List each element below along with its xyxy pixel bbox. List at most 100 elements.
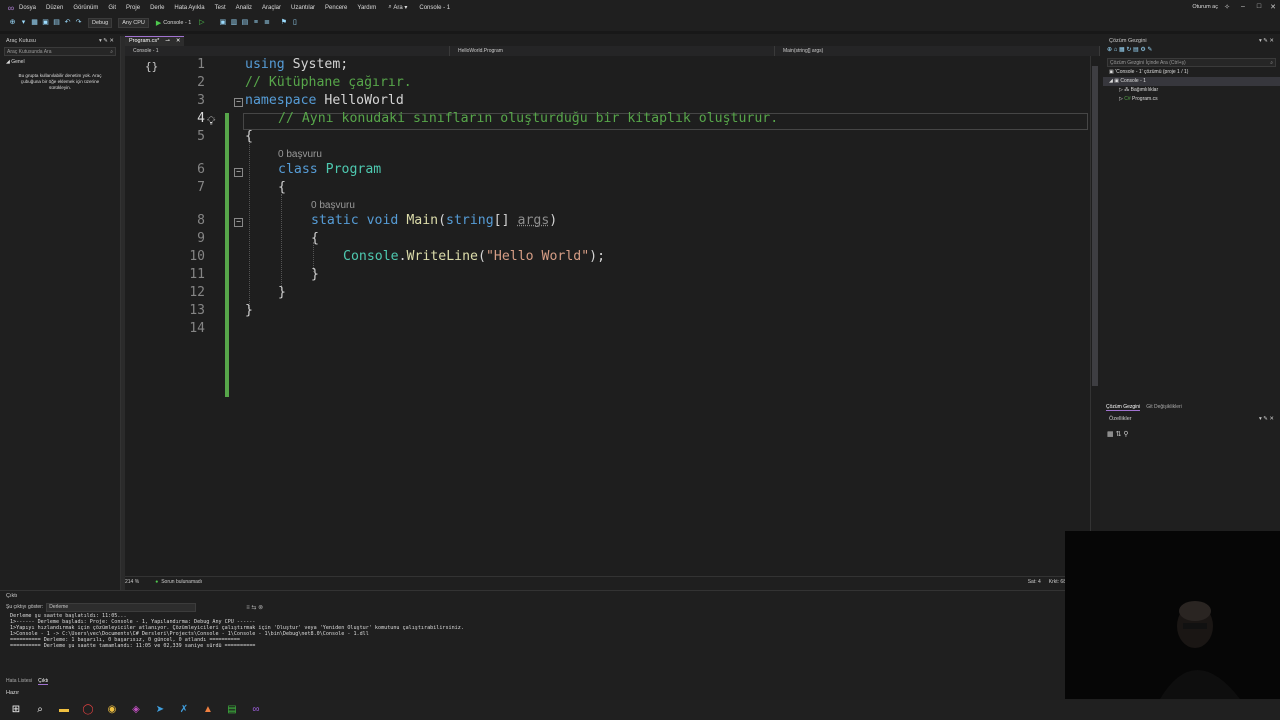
menu-tools[interactable]: Araçlar [262, 5, 281, 11]
dependencies-node[interactable]: ▷ ⁂ Bağımlılıklar [1103, 86, 1280, 95]
tab-output[interactable]: Çıktı [38, 678, 49, 685]
categorized-icon[interactable]: ▦ [1107, 431, 1114, 438]
menu-window[interactable]: Pencere [325, 5, 347, 11]
redo-icon[interactable]: ↷ [74, 18, 83, 27]
tab-error-list[interactable]: Hata Listesi [6, 678, 32, 684]
pin-icon[interactable]: ⊸ [165, 38, 170, 45]
menu-help[interactable]: Yardım [357, 5, 376, 11]
menu-view[interactable]: Görünüm [73, 5, 98, 11]
close-icon[interactable]: ✕ [176, 38, 181, 45]
solution-toolbar: ⊕ ⌂ ▦ ↻ ▤ ⚙ ✎ [1107, 47, 1153, 53]
menu-test[interactable]: Test [215, 5, 226, 11]
panel-options-icon[interactable]: ▾ ✎ ✕ [1259, 38, 1274, 44]
windows-start-icon[interactable]: ⊞ [8, 702, 24, 718]
opera-icon[interactable]: ◯ [80, 702, 96, 718]
notepad-icon[interactable]: ▤ [224, 702, 240, 718]
new-item-icon[interactable]: ▾ [19, 18, 28, 27]
menu-git[interactable]: Git [108, 5, 116, 11]
project-node[interactable]: ◢ ▣ Console - 1 [1103, 77, 1280, 86]
solution-name: Console - 1 [419, 4, 451, 11]
toolbar-icon-c[interactable]: ≡ [251, 18, 260, 27]
code-text: } [311, 267, 319, 282]
sign-in-link[interactable]: Oturum aç [1192, 4, 1218, 10]
save-icon[interactable]: ▣ [41, 18, 50, 27]
tab-git-changes[interactable]: Git Değişiklikleri [1146, 404, 1182, 410]
hot-reload-icon[interactable]: ▣ [218, 18, 227, 27]
line-number: 3 [197, 93, 205, 108]
zoom-level[interactable]: 214 % [125, 579, 139, 585]
close-window-button[interactable]: ✕ [1266, 3, 1280, 11]
tab-program-cs[interactable]: Program.cs* ⊸ ✕ [125, 36, 185, 46]
line-number: 6 [197, 162, 205, 177]
code-line: 7 { [125, 180, 1085, 198]
nav-member-dropdown[interactable]: Main(string[] args) [775, 46, 1100, 56]
menu-file[interactable]: Dosya [19, 5, 36, 11]
line-number: 2 [197, 75, 205, 90]
property-pages-icon[interactable]: ⚲ [1123, 431, 1128, 438]
navigate-back-icon[interactable]: ⊕ [8, 18, 17, 27]
codelens-references[interactable]: 0 başvuru [278, 149, 322, 160]
app-icon[interactable]: ◈ [128, 702, 144, 718]
menu-edit[interactable]: Düzen [46, 5, 63, 11]
toolbox-search[interactable]: Araç Kutusunda Ara ⌕ [4, 47, 116, 56]
code-line: 6 class Program [125, 162, 1085, 180]
code-line: 14 [125, 321, 1085, 339]
chrome-icon[interactable]: ◉ [104, 702, 120, 718]
menu-build[interactable]: Derle [150, 5, 164, 11]
issues-indicator[interactable]: Sorun bulunamadı [161, 579, 202, 585]
file-explorer-icon[interactable]: ▬ [56, 702, 72, 718]
code-editor[interactable]: {} 💡︎ − − − 1 using System; 2 // Kütüpha… [125, 56, 1090, 576]
undo-icon[interactable]: ↶ [63, 18, 72, 27]
output-panel: Çıktı Şu çıktıyı göster: Derleme ≡ ⇆ ⊗ D… [0, 590, 1065, 688]
check-icon: ● [155, 579, 159, 585]
bookmark-icon[interactable]: ⚑ [279, 18, 288, 27]
toolbox-group[interactable]: ◢ Genel [0, 57, 120, 67]
save-all-icon[interactable]: ▤ [52, 18, 61, 27]
visual-studio-icon[interactable]: ∞ [248, 702, 264, 718]
maximize-button[interactable]: □ [1252, 3, 1266, 10]
search-box[interactable]: ⌕ Ara ▾ [388, 4, 407, 11]
menu-debug[interactable]: Hata Ayıkla [174, 5, 204, 11]
start-debugging-button[interactable]: ▶ Console - 1 [156, 19, 192, 27]
toolbar-icon-a[interactable]: ▥ [229, 18, 238, 27]
scrollbar-thumb[interactable] [1092, 66, 1098, 386]
code-line: 3 namespace HelloWorld [125, 93, 1085, 111]
tab-solution-explorer[interactable]: Çözüm Gezgini [1106, 404, 1141, 411]
toolbar-icon-e[interactable]: ▯ [290, 18, 299, 27]
output-toolbar-icons[interactable]: ≡ ⇆ ⊗ [246, 604, 263, 611]
line-number: 7 [197, 180, 205, 195]
toolbar-icon-d[interactable]: ≣ [262, 18, 271, 27]
alphabetical-icon[interactable]: ⇅ [1116, 431, 1122, 438]
nav-class-dropdown[interactable]: HelloWorld.Program [450, 46, 775, 56]
webcam-person-image [1160, 601, 1240, 699]
vertical-scrollbar[interactable] [1090, 56, 1100, 576]
code-text: { [278, 180, 286, 195]
open-icon[interactable]: ▦ [30, 18, 39, 27]
toolbox-group-label: Genel [11, 59, 25, 65]
toolbar-icon-b[interactable]: ▤ [240, 18, 249, 27]
toolbox-pin-icon[interactable]: ▾ ✎ ✕ [99, 38, 114, 44]
toolbox-title: Araç Kutusu [6, 38, 36, 44]
platform-dropdown[interactable]: Any CPU [118, 17, 149, 28]
vscode-icon[interactable]: ✗ [176, 702, 192, 718]
vlc-icon[interactable]: ▲ [200, 702, 216, 718]
toolbox-empty-text: Bu grupta kullanılabilir denetim yok. Ar… [18, 73, 102, 90]
solution-search[interactable]: Çözüm Gezgini İçinde Ara (Ctrl+ş) ⌕ [1107, 58, 1276, 67]
keyword: static [311, 213, 359, 228]
solution-node[interactable]: ▣ 'Console - 1' çözümü (proje 1 / 1) [1103, 68, 1280, 77]
nav-project-dropdown[interactable]: Console - 1 [125, 46, 450, 56]
codelens-references[interactable]: 0 başvuru [311, 200, 355, 211]
file-node[interactable]: ▷ C# Program.cs [1103, 95, 1280, 104]
solution-explorer-panel: Çözüm Gezgini ▾ ✎ ✕ ⊕ ⌂ ▦ ↻ ▤ ⚙ ✎ Çözüm … [1103, 36, 1280, 406]
copilot-icon[interactable]: ✧ [1220, 3, 1234, 11]
telegram-icon[interactable]: ➤ [152, 702, 168, 718]
configuration-dropdown[interactable]: Debug [88, 17, 113, 28]
output-source-dropdown[interactable]: Derleme [46, 602, 197, 612]
search-icon[interactable]: ⌕ [32, 702, 48, 718]
menu-extensions[interactable]: Uzantılar [291, 5, 315, 11]
menu-project[interactable]: Proje [126, 5, 140, 11]
panel-options-icon[interactable]: ▾ ✎ ✕ [1259, 416, 1274, 422]
minimize-button[interactable]: – [1236, 3, 1250, 10]
start-without-debugging-icon[interactable]: ▷ [197, 18, 206, 27]
menu-analyze[interactable]: Analiz [236, 5, 252, 11]
